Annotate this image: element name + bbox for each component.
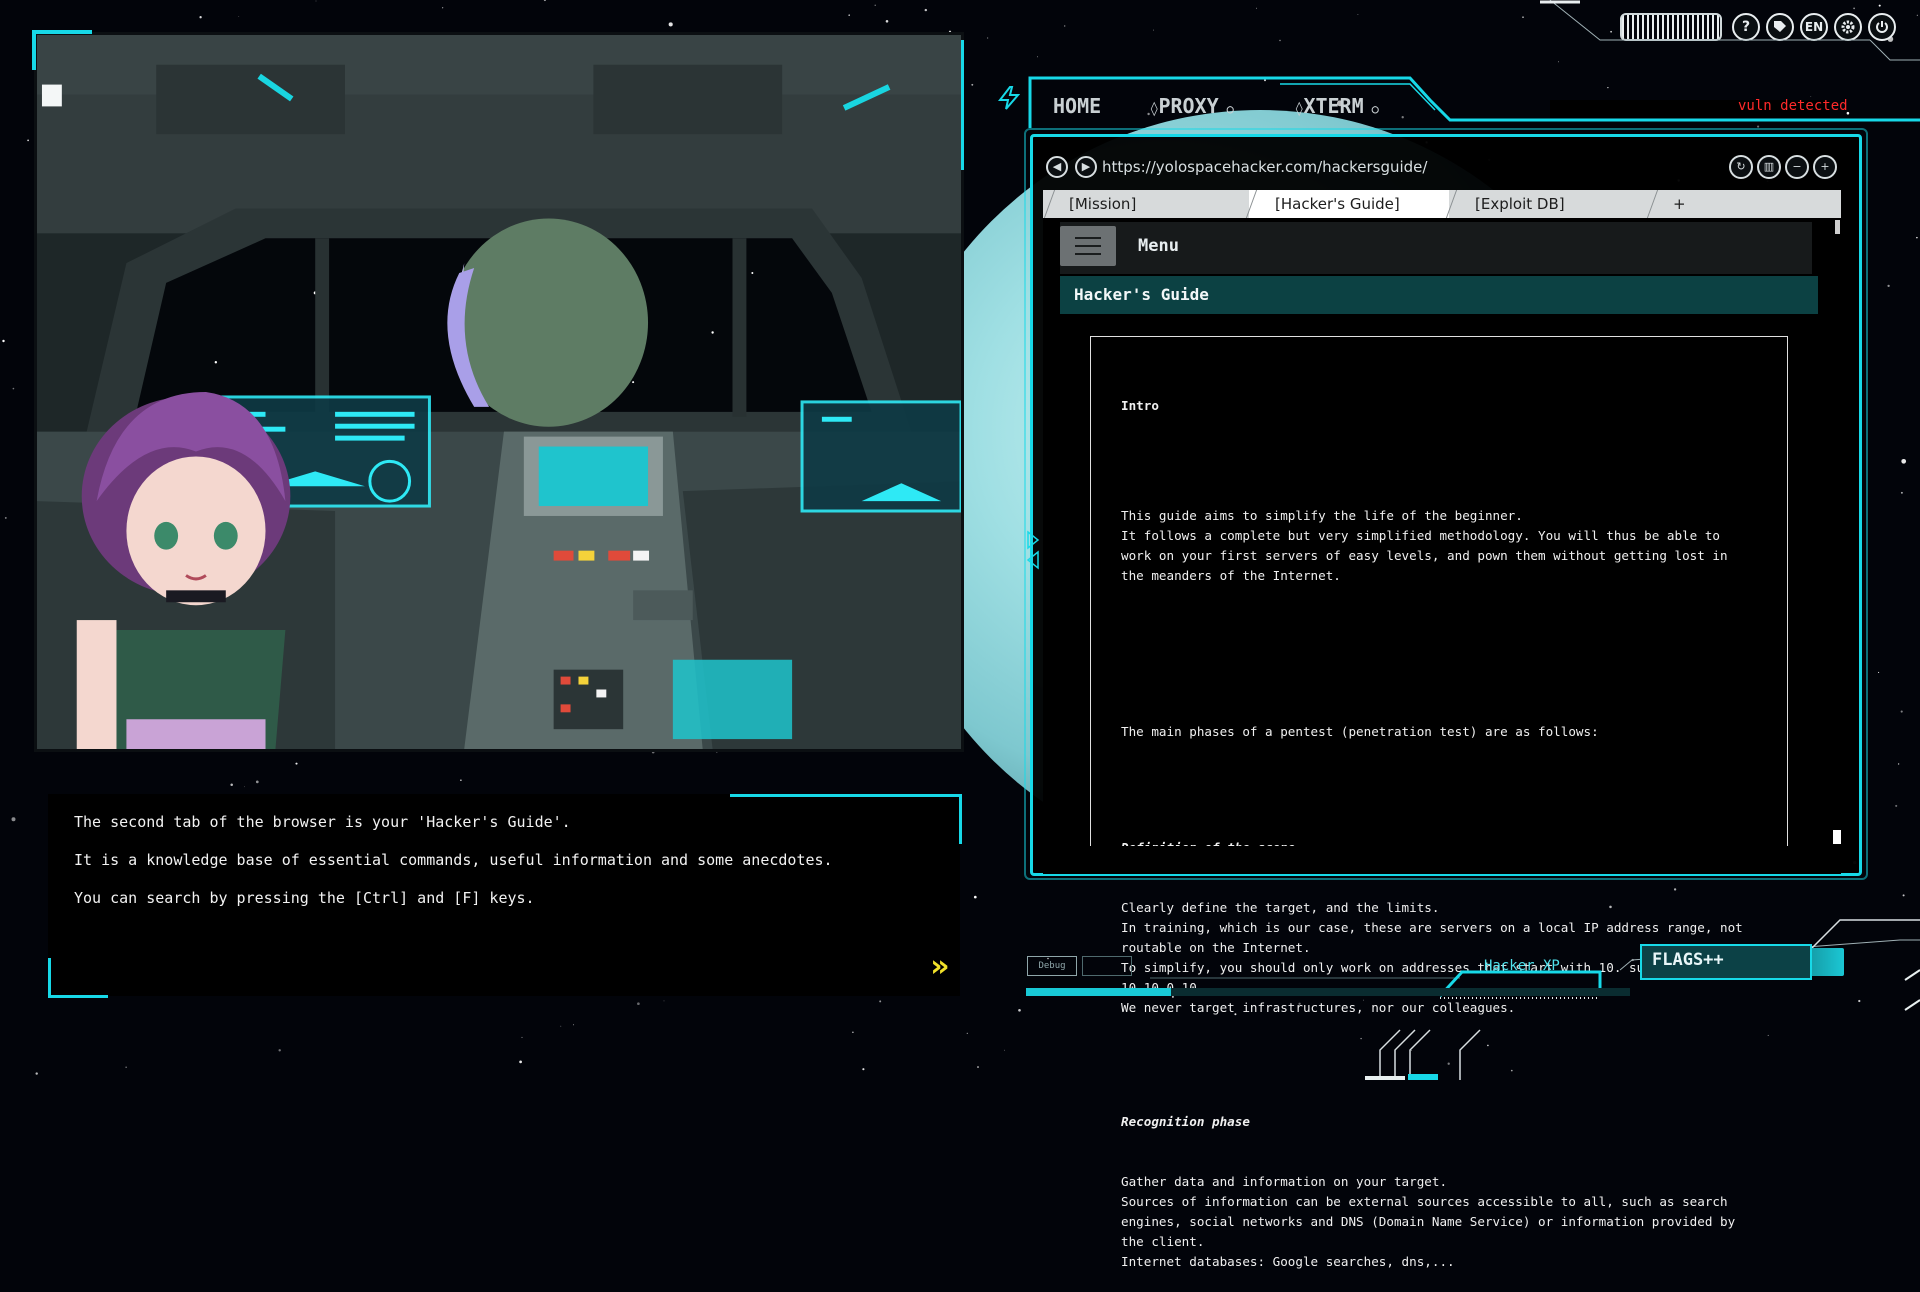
- dialog-border: [730, 794, 962, 797]
- phases-text: The main phases of a pentest (penetratio…: [1121, 722, 1781, 742]
- scene-frame-accent: [961, 40, 964, 170]
- dialog-border: [48, 958, 51, 998]
- scrollbar-handle[interactable]: [1833, 830, 1841, 844]
- hud-slot: [1082, 956, 1132, 976]
- menu-label[interactable]: Menu: [1138, 236, 1179, 256]
- page-bottom-mask: [1043, 846, 1841, 874]
- guide-content: Intro This guide aims to simplify the li…: [1121, 356, 1781, 1292]
- refresh-icon: ○: [1227, 102, 1234, 116]
- refresh-icon[interactable]: ↻: [1729, 155, 1753, 179]
- dialog-line: It is a knowledge base of essential comm…: [74, 850, 934, 871]
- refresh-icon: ○: [1372, 102, 1379, 116]
- xp-progress-fill: [1026, 988, 1171, 996]
- section-heading-intro: Intro: [1121, 396, 1781, 416]
- tab-hackers-guide[interactable]: [Hacker's Guide]: [1249, 190, 1449, 218]
- scene-frame-accent: [32, 30, 92, 34]
- dialog-border: [959, 794, 962, 844]
- scene-frame-accent: [32, 30, 36, 70]
- flags-label: FLAGS++: [1652, 950, 1724, 970]
- recon-text: Gather data and information on your targ…: [1121, 1172, 1781, 1272]
- nav-xterm[interactable]: ◊XTERM○: [1295, 94, 1379, 118]
- tab-new[interactable]: +: [1649, 190, 1709, 218]
- forward-button[interactable]: ▶: [1075, 156, 1097, 178]
- scrollbar-thumb[interactable]: [1835, 220, 1840, 234]
- zoom-out-icon[interactable]: −: [1785, 155, 1809, 179]
- hamburger-menu-icon[interactable]: [1060, 226, 1116, 266]
- zoom-in-icon[interactable]: +: [1813, 155, 1837, 179]
- dialog-box[interactable]: The second tab of the browser is your 'H…: [48, 794, 960, 996]
- nav-home[interactable]: HOME: [1053, 94, 1101, 118]
- dialog-line: The second tab of the browser is your 'H…: [74, 812, 934, 833]
- url-bar[interactable]: https://yolospacehacker.com/hackersguide…: [1102, 158, 1427, 176]
- cockpit-scene: [34, 32, 964, 752]
- bolt-icon: [998, 86, 1020, 110]
- intro-text: This guide aims to simplify the life of …: [1121, 506, 1781, 586]
- dialog-line: You can search by pressing the [Ctrl] an…: [74, 888, 934, 909]
- hacker-xp-label: Hacker XP: [1484, 958, 1560, 974]
- nav-xterm-label: XTERM: [1303, 94, 1363, 118]
- dialog-next-button[interactable]: »: [924, 950, 956, 984]
- nav-proxy[interactable]: ◊PROXY○: [1150, 94, 1234, 118]
- dialog-border: [48, 995, 108, 998]
- collapse-arrows-icon[interactable]: [1026, 530, 1040, 570]
- page-title: Hacker's Guide: [1074, 285, 1209, 304]
- tab-exploit-db[interactable]: [Exploit DB]: [1449, 190, 1649, 218]
- bookmarks-icon[interactable]: ▥: [1757, 155, 1781, 179]
- back-button[interactable]: ◀: [1046, 156, 1068, 178]
- section-heading-recon: Recognition phase: [1121, 1112, 1781, 1132]
- vuln-status: vuln detected: [1738, 98, 1848, 114]
- nav-proxy-label: PROXY: [1158, 94, 1218, 118]
- cockpit-illustration: [37, 35, 961, 749]
- debug-button[interactable]: Debug: [1027, 956, 1077, 976]
- tab-mission[interactable]: [Mission]: [1043, 190, 1249, 218]
- page-scrollbar[interactable]: [1834, 218, 1841, 846]
